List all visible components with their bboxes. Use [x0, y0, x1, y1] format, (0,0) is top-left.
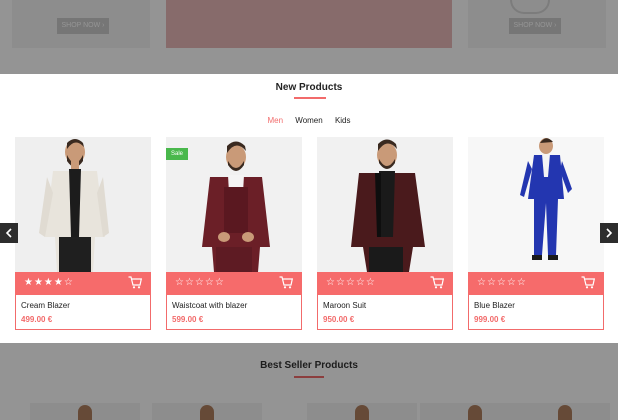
model-photo	[520, 138, 572, 260]
rating-stars[interactable]: ☆☆☆☆☆	[175, 278, 225, 288]
cart-icon[interactable]	[279, 276, 293, 289]
carousel-prev-button[interactable]	[0, 223, 18, 243]
product-image[interactable]	[15, 137, 151, 272]
product-name[interactable]: Blue Blazer	[474, 301, 515, 310]
chevron-right-icon	[606, 228, 613, 238]
product-action-bar: ★★★★☆	[15, 272, 151, 295]
product-card[interactable]: ☆☆☆☆☆ Maroon Suit 950.00 €	[317, 137, 453, 330]
title-underline	[294, 97, 326, 99]
product-price: 999.00 €	[474, 315, 506, 324]
model-photo	[351, 139, 425, 272]
tab-men[interactable]: Men	[267, 116, 283, 125]
chevron-left-icon	[5, 228, 12, 238]
product-name[interactable]: Maroon Suit	[323, 301, 366, 310]
product-image[interactable]	[317, 137, 453, 272]
product-price: 499.00 €	[21, 315, 53, 324]
product-name[interactable]: Cream Blazer	[21, 301, 70, 310]
cart-icon[interactable]	[128, 276, 142, 289]
cart-icon[interactable]	[581, 276, 595, 289]
product-image[interactable]	[468, 137, 604, 272]
product-name[interactable]: Waistcoat with blazer	[172, 301, 247, 310]
cart-icon[interactable]	[430, 276, 444, 289]
product-action-bar: ☆☆☆☆☆	[317, 272, 453, 295]
product-price: 950.00 €	[323, 315, 355, 324]
product-action-bar: ☆☆☆☆☆	[166, 272, 302, 295]
dim-overlay	[0, 0, 618, 74]
product-action-bar: ☆☆☆☆☆	[468, 272, 604, 295]
rating-stars[interactable]: ☆☆☆☆☆	[477, 278, 527, 288]
category-tabs: Men Women Kids	[0, 116, 618, 125]
dim-overlay	[0, 343, 618, 420]
product-card[interactable]: ★★★★☆ Cream Blazer 499.00 €	[15, 137, 151, 330]
section-title: New Products	[275, 82, 343, 93]
model-photo	[39, 139, 109, 272]
tab-women[interactable]: Women	[295, 116, 322, 125]
rating-stars[interactable]: ☆☆☆☆☆	[326, 278, 376, 288]
carousel-next-button[interactable]	[600, 223, 618, 243]
rating-stars[interactable]: ★★★★☆	[24, 278, 74, 288]
product-card[interactable]: ☆☆☆☆☆ Blue Blazer 999.00 €	[468, 137, 604, 330]
tab-kids[interactable]: Kids	[335, 116, 351, 125]
product-price: 599.00 €	[172, 315, 204, 324]
sale-badge: Sale	[166, 148, 188, 160]
product-card[interactable]: Sale ☆☆☆☆☆ Waistcoat with blazer 599.00 …	[166, 137, 302, 330]
product-image[interactable]: Sale	[166, 137, 302, 272]
